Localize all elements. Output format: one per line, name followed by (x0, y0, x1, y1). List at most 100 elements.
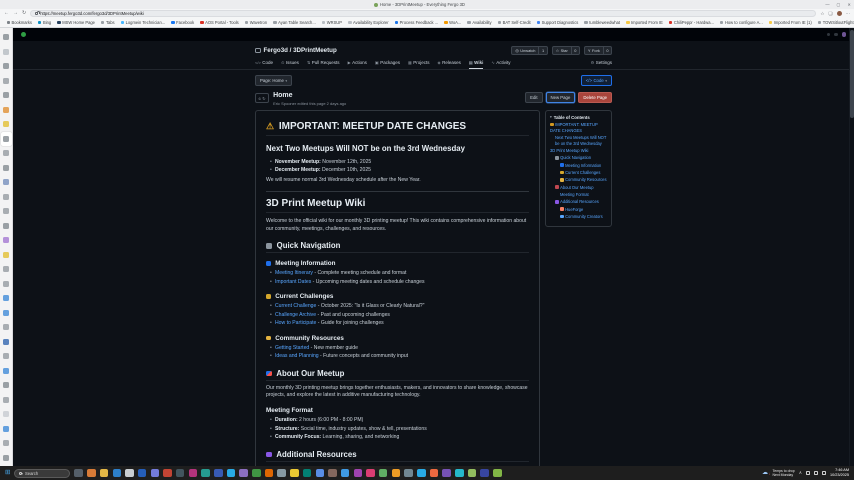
language-icon[interactable] (806, 471, 810, 475)
vertical-tab[interactable] (1, 103, 12, 118)
create-new-icon[interactable] (827, 33, 831, 37)
toc-link[interactable]: Meeting Information (550, 163, 607, 169)
bookmark-item[interactable]: Imported From IE (624, 19, 666, 26)
vertical-tab[interactable] (1, 45, 12, 60)
taskbar-app-icon[interactable] (341, 469, 350, 478)
taskbar-app-icon[interactable] (113, 469, 122, 478)
taskbar-app-icon[interactable] (379, 469, 388, 478)
volume-icon[interactable] (822, 471, 826, 475)
wiki-link[interactable]: Important Dates (275, 279, 311, 285)
vertical-tab[interactable] (1, 74, 12, 89)
vertical-tab[interactable] (1, 436, 12, 451)
refresh-icon[interactable]: ↻ (22, 11, 26, 16)
bookmark-item[interactable]: TOWSitloutFlight... (815, 19, 854, 26)
repo-tab[interactable]: </> Code (255, 60, 273, 69)
bookmark-item[interactable]: Bookmarks (4, 19, 34, 26)
taskbar-app-icon[interactable] (404, 469, 413, 478)
tab-settings[interactable]: ⚙ Settings (591, 60, 612, 69)
user-avatar[interactable] (842, 32, 847, 37)
notifications-bell-icon[interactable] (834, 33, 838, 37)
vertical-tab[interactable] (1, 88, 12, 103)
bookmark-item[interactable]: Facebook (169, 19, 197, 26)
social-count-button[interactable]: ◎Unwatch 1 (511, 46, 547, 56)
social-count[interactable]: 0 (604, 46, 612, 56)
bookmark-item[interactable]: Support Diagnostics (534, 19, 581, 26)
weather-widget[interactable]: ☁ ↓ Temps to drop Next Monday (762, 469, 795, 478)
vertical-tab[interactable] (1, 364, 12, 379)
network-icon[interactable] (814, 471, 818, 475)
page-selector-dropdown[interactable]: Page: Home▾ (255, 75, 292, 86)
taskbar-app-icon[interactable] (303, 469, 312, 478)
vertical-tab[interactable] (1, 59, 12, 74)
vertical-tab[interactable] (1, 320, 12, 335)
taskbar-app-icon[interactable] (125, 469, 134, 478)
repo-tab[interactable]: ▣ Packages (375, 60, 400, 69)
toc-link[interactable]: Additional Resources (550, 199, 607, 205)
taskbar-app-icon[interactable] (290, 469, 299, 478)
taskbar-app-icon[interactable] (455, 469, 464, 478)
repo-tab[interactable]: ▦ Projects (408, 60, 430, 69)
vertical-tab[interactable] (1, 451, 12, 466)
toc-link[interactable]: Community Resources (550, 177, 607, 183)
taskbar-app-icon[interactable] (366, 469, 375, 478)
vertical-tab[interactable] (1, 349, 12, 364)
vertical-tab[interactable] (1, 30, 12, 45)
repo-tab[interactable]: ▤ Wiki (469, 60, 484, 69)
toc-link[interactable]: About Our Meetup (550, 185, 607, 191)
bookmark-item[interactable]: AOS Portal - Tools (198, 19, 242, 26)
wiki-link[interactable]: How to Participate (275, 320, 316, 326)
wiki-link[interactable]: Meeting Itinerary (275, 270, 313, 276)
settings-ellipsis-icon[interactable]: ⋯ (846, 11, 851, 17)
minimize-icon[interactable]: — (825, 2, 829, 7)
taskbar-app-icon[interactable] (417, 469, 426, 478)
taskbar-app-icon[interactable] (189, 469, 198, 478)
repo-tab[interactable]: ▶ Actions (348, 60, 367, 69)
vertical-tab[interactable] (1, 132, 12, 147)
social-count-button[interactable]: ☆Star 0 (552, 46, 580, 56)
maximize-icon[interactable]: ▢ (837, 2, 841, 7)
vertical-tab[interactable] (1, 422, 12, 437)
taskbar-search[interactable]: Search (14, 469, 70, 478)
bookmark-item[interactable]: Bing (35, 19, 53, 26)
delete-page-button[interactable]: Delete Page (578, 92, 612, 103)
toc-link[interactable]: Quick Navigation (550, 155, 607, 161)
revisions-badge[interactable]: 6 ↻ (255, 93, 269, 103)
bookmark-item[interactable]: Ayan Table Search... (271, 19, 319, 26)
hidden-icons-chevron-icon[interactable]: ∧ (799, 470, 802, 476)
toc-link[interactable]: HueForge (550, 207, 607, 213)
taskbar-app-icon[interactable] (239, 469, 248, 478)
toc-link[interactable]: Next Two Meetups Will NOT be on the 3rd … (550, 135, 607, 146)
profile-avatar[interactable] (837, 11, 842, 16)
bookmark-item[interactable]: BAT Self-Credit (495, 19, 533, 26)
scrollbar-thumb[interactable] (850, 30, 854, 118)
toc-link[interactable]: Community Creators (550, 214, 607, 220)
vertical-tab[interactable] (1, 161, 12, 176)
wiki-link[interactable]: Challenge Archive (275, 312, 316, 318)
toc-link[interactable]: 3D Print Meetup Wiki (550, 148, 607, 154)
repo-tab[interactable]: ∿ Activity (491, 60, 510, 69)
new-page-button[interactable]: New Page (546, 92, 576, 103)
wiki-link[interactable]: Getting Started (275, 345, 309, 351)
vertical-tab[interactable] (1, 393, 12, 408)
repo-title[interactable]: Fergo3d / 3DPrintMeetup (264, 47, 337, 54)
vertical-tab[interactable] (1, 175, 12, 190)
taskbar-app-icon[interactable] (328, 469, 337, 478)
social-count[interactable]: 0 (572, 46, 580, 56)
toc-title[interactable]: ▾ Table of Contents (550, 115, 607, 120)
taskbar-app-icon[interactable] (277, 469, 286, 478)
wiki-link[interactable]: Current Challenge (275, 303, 316, 309)
taskbar-app-icon[interactable] (392, 469, 401, 478)
vertical-tab[interactable] (1, 378, 12, 393)
vertical-tab[interactable] (1, 248, 12, 263)
close-icon[interactable]: ✕ (847, 2, 851, 7)
bookmark-item[interactable]: How to configure A... (717, 19, 765, 26)
address-bar[interactable]: https://meetup.fergo3d.com/fergo3d/3DPri… (30, 10, 816, 17)
taskbar-app-icon[interactable] (74, 469, 83, 478)
vertical-tab[interactable] (1, 219, 12, 234)
bookmark-item[interactable]: ChiliPeppr - Hardwa... (666, 19, 716, 26)
start-button-icon[interactable]: ⊞ (5, 470, 10, 477)
vertical-tab[interactable] (1, 262, 12, 277)
code-dropdown-button[interactable]: </> Code▾ (581, 75, 612, 86)
taskbar-app-icon[interactable] (316, 469, 325, 478)
bookmark-item[interactable]: MSW Home Page (55, 19, 98, 26)
